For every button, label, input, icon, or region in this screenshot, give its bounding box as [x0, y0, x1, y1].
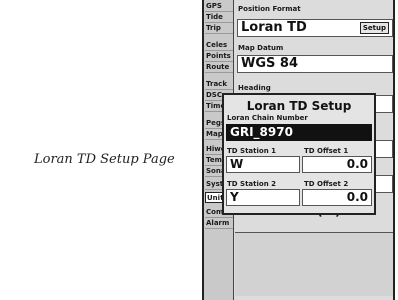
map-datum-field[interactable]: WGS 84 [237, 55, 393, 73]
position-format-value: Loran TD [241, 20, 307, 35]
position-format-field[interactable]: Loran TD Setup [237, 19, 393, 37]
loran-td-setup-dialog: Loran TD Setup Loran Chain Number GRI_89… [222, 93, 376, 215]
tab-route[interactable]: Route [205, 62, 233, 73]
tab-alarm[interactable]: Alarm [205, 218, 233, 229]
map-datum-value: WGS 84 [241, 56, 298, 71]
td-offset-1-label: TD Offset 1 [304, 147, 349, 155]
position-format-label: Position Format [238, 5, 301, 13]
td-station-1-label: TD Station 1 [227, 147, 276, 155]
page-caption: Loran TD Setup Page [34, 152, 175, 167]
tab-celes[interactable]: Celes [205, 40, 233, 51]
chain-number-field[interactable]: GRI_8970 [226, 124, 372, 141]
tab-track[interactable]: Track [205, 79, 233, 90]
dialog-title: Loran TD Setup [246, 99, 352, 113]
setup-button[interactable]: Setup [359, 22, 389, 34]
tab-points[interactable]: Points [205, 51, 233, 62]
tab-trip[interactable]: Trip [205, 23, 233, 34]
chain-number-label: Loran Chain Number [227, 114, 308, 122]
td-offset-2-field[interactable]: 0.0 [302, 189, 372, 206]
gps-screen: GPS Tide Trip Celes Points Route Track D… [202, 0, 395, 300]
td-offset-2-label: TD Offset 2 [304, 180, 349, 188]
td-station-2-field[interactable]: Y [226, 189, 300, 206]
tab-gps[interactable]: GPS [205, 1, 233, 12]
tab-tide[interactable]: Tide [205, 12, 233, 23]
td-offset-1-field[interactable]: 0.0 [302, 156, 372, 173]
heading-label: Heading [238, 84, 271, 92]
bottom-panel [235, 232, 393, 296]
map-datum-label: Map Datum [238, 44, 284, 52]
td-station-1-field[interactable]: W [226, 156, 300, 173]
td-station-2-label: TD Station 2 [227, 180, 276, 188]
